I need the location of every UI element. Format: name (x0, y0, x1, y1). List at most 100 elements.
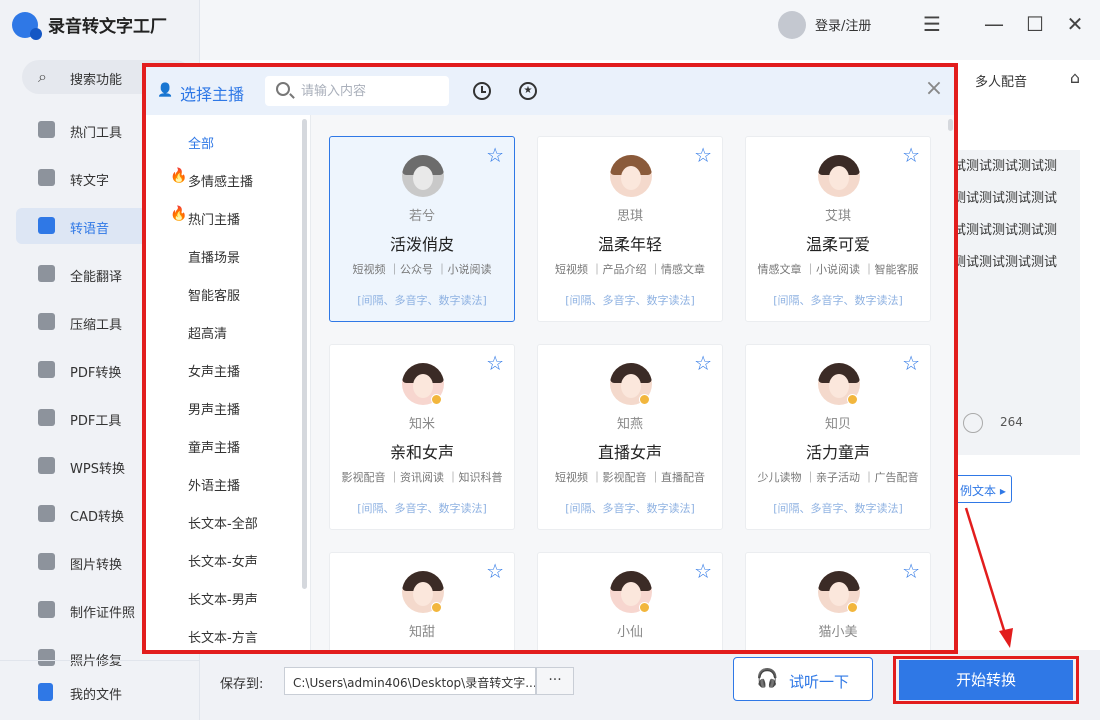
category-item[interactable]: 长文本-全部 (146, 501, 302, 539)
dialog-close-icon[interactable]: × (923, 78, 945, 100)
voice-card[interactable]: ☆ 若兮 活泼俏皮 短视频 ｜公众号 ｜小说阅读 [间隔、多音字、数字读法] (329, 136, 515, 322)
category-label: 外语主播 (188, 479, 241, 494)
anchor-search-box[interactable] (265, 76, 449, 106)
favorite-star-icon[interactable]: ☆ (694, 353, 712, 373)
sidebar-item-label: 热门工具 (70, 126, 123, 141)
save-path-field[interactable]: C:\Users\admin406\Desktop\录音转文字... (284, 667, 536, 695)
verified-badge-icon (847, 394, 858, 405)
voice-card[interactable]: ☆ 小仙亲切女声 (537, 552, 723, 650)
favorite-star-icon[interactable]: ☆ (902, 353, 920, 373)
tab-multi-voice[interactable]: 多人配音 (975, 71, 1027, 90)
category-label: 全部 (188, 137, 215, 152)
category-item[interactable]: 童声主播 (146, 425, 302, 463)
listen-button[interactable]: 🎧 试听一下 (733, 657, 873, 701)
category-item[interactable]: 男声主播 (146, 387, 302, 425)
voice-style: 亲和女声 (389, 443, 454, 462)
category-item[interactable]: 直播场景 (146, 235, 302, 273)
my-files-label: 我的文件 (70, 688, 123, 703)
flame-icon: 🔥 (170, 168, 188, 184)
category-label: 超高清 (188, 327, 228, 342)
voice-card[interactable]: ☆ 知甜甜美女声 (329, 552, 515, 650)
flame-icon (38, 121, 55, 138)
category-label: 童声主播 (188, 441, 241, 456)
select-anchor-dialog: 👤 选择主播 ★ × 全部 🔥多情感主播🔥热门主播直播场景智能客服超高清女声主播男… (142, 63, 958, 654)
user-avatar[interactable] (778, 11, 806, 39)
sidebar-item-label: 图片转换 (70, 558, 123, 573)
favorite-star-icon[interactable]: ☆ (486, 561, 504, 581)
text-input-area[interactable]: 试测试测试测试测 测试测试测试测试 试测试测试测试测 测试测试测试测试 (955, 150, 1080, 455)
voice-name: 小仙 (616, 625, 643, 640)
category-item[interactable]: 长文本-女声 (146, 539, 302, 577)
voice-name: 知燕 (616, 417, 643, 432)
toolbox-icon (38, 409, 55, 426)
example-text-button[interactable]: 例文本 ▸ (955, 475, 1012, 503)
text-line: 试测试测试测试测 (955, 223, 1058, 238)
category-item[interactable]: 长文本-男声 (146, 577, 302, 615)
verified-badge-icon (847, 602, 858, 613)
voice-style: 甜美女声 (330, 647, 514, 650)
category-label: 智能客服 (188, 289, 241, 304)
listen-label: 试听一下 (789, 673, 850, 691)
voice-style: 活泼俏皮 (389, 235, 454, 254)
voice-style: 活力童声 (805, 443, 870, 462)
voice-tags: 少儿读物 ｜亲子活动 ｜广告配音 (757, 471, 919, 484)
voice-grid-scrollbar[interactable] (948, 119, 953, 131)
anchor-search-input[interactable] (301, 81, 441, 101)
sidebar-item-label: 全能翻译 (70, 270, 123, 285)
app-logo-icon (12, 12, 42, 40)
favorite-star-icon[interactable]: ☆ (694, 145, 712, 165)
voice-name: 知米 (408, 417, 435, 432)
browse-path-button[interactable]: ··· (536, 667, 574, 695)
voice-card[interactable]: ☆ 知贝 活力童声 少儿读物 ｜亲子活动 ｜广告配音 [间隔、多音字、数字读法] (745, 344, 931, 530)
voice-tags: 短视频 ｜产品介绍 ｜情感文章 (555, 263, 705, 276)
voice-card[interactable]: ☆ 艾琪 温柔可爱 情感文章 ｜小说阅读 ｜智能客服 [间隔、多音字、数字读法] (745, 136, 931, 322)
voice-card[interactable]: ☆ 猫小美活力女声 (745, 552, 931, 650)
voice-avatar (402, 155, 444, 197)
category-item[interactable]: 全部 (146, 121, 302, 159)
category-item[interactable]: 外语主播 (146, 463, 302, 501)
category-item[interactable]: 长文本-方言 (146, 615, 302, 650)
voice-card[interactable]: ☆ 知燕 直播女声 短视频 ｜影视配音 ｜直播配音 [间隔、多音字、数字读法] (537, 344, 723, 530)
category-item[interactable]: 智能客服 (146, 273, 302, 311)
voice-features: [间隔、多音字、数字读法] (357, 502, 487, 515)
voice-card[interactable]: ☆ 知米 亲和女声 影视配音 ｜资讯阅读 ｜知识科普 [间隔、多音字、数字读法] (329, 344, 515, 530)
search-icon (276, 82, 290, 96)
favorite-star-icon[interactable]: ☆ (486, 353, 504, 373)
translate-icon (38, 265, 55, 282)
sidebar-item-label: CAD转换 (70, 510, 124, 525)
maximize-icon[interactable]: ☐ (1021, 10, 1049, 38)
voice-avatar (818, 155, 860, 197)
home-icon[interactable]: ⌂ (1064, 68, 1086, 90)
category-label: 女声主播 (188, 365, 241, 380)
category-item[interactable]: 女声主播 (146, 349, 302, 387)
start-convert-button[interactable]: 开始转换 (899, 660, 1073, 700)
favorite-star-icon[interactable]: ★ (519, 82, 537, 100)
text-icon (38, 169, 55, 186)
favorite-star-icon[interactable]: ☆ (694, 561, 712, 581)
window-close-icon[interactable]: ✕ (1061, 10, 1089, 38)
count-icon (963, 413, 983, 433)
category-item[interactable]: 🔥 热门主播 (146, 197, 302, 235)
history-icon[interactable] (473, 82, 491, 100)
category-scrollbar[interactable] (302, 119, 307, 589)
my-files-button[interactable]: 我的文件 (0, 660, 200, 720)
sidebar-item-label: PDF转换 (70, 366, 122, 381)
minimize-icon[interactable]: — (980, 10, 1008, 38)
favorite-star-icon[interactable]: ☆ (902, 145, 920, 165)
category-label: 长文本-方言 (188, 631, 258, 646)
voice-style: 活力女声 (746, 647, 930, 650)
menu-icon[interactable]: ☰ (918, 10, 946, 38)
login-register-link[interactable]: 登录/注册 (815, 15, 871, 34)
category-label: 男声主播 (188, 403, 241, 418)
voice-card[interactable]: ☆ 思琪 温柔年轻 短视频 ｜产品介绍 ｜情感文章 [间隔、多音字、数字读法] (537, 136, 723, 322)
voice-name: 思琪 (616, 209, 643, 224)
category-item[interactable]: 🔥 多情感主播 (146, 159, 302, 197)
favorite-star-icon[interactable]: ☆ (486, 145, 504, 165)
verified-badge-icon (431, 394, 442, 405)
category-item[interactable]: 超高清 (146, 311, 302, 349)
cad-icon (38, 505, 55, 522)
verified-badge-icon (639, 602, 650, 613)
dialog-header: 👤 选择主播 ★ × (146, 67, 954, 115)
favorite-star-icon[interactable]: ☆ (902, 561, 920, 581)
verified-badge-icon (431, 602, 442, 613)
